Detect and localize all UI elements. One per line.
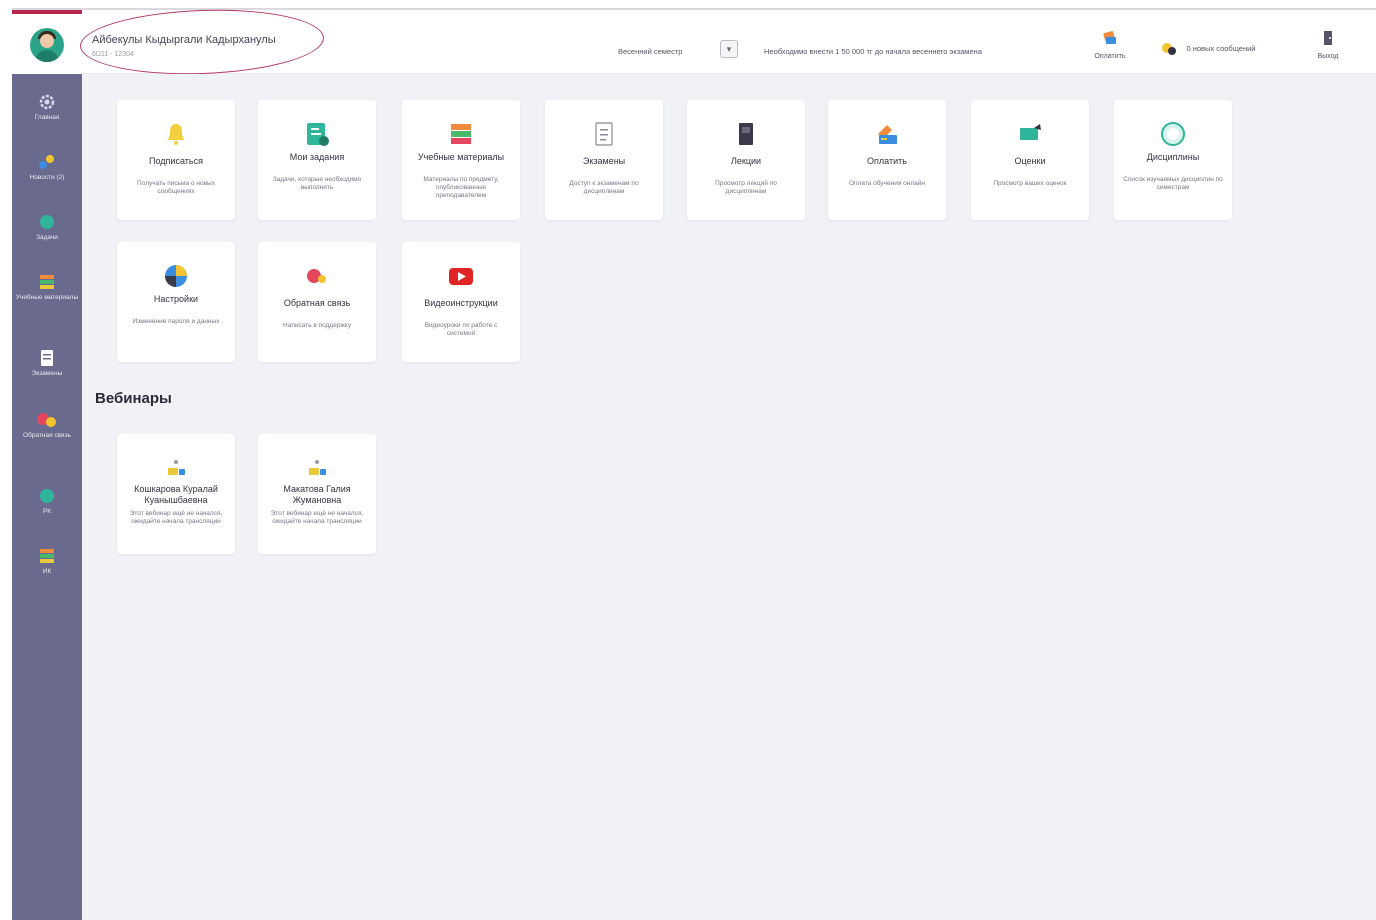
sidebar-item-label: Главная: [34, 114, 60, 121]
tile-desc: Материалы по предмету, опубликованные пр…: [423, 176, 499, 199]
exam-icon: [595, 122, 613, 146]
sidebar-item-news[interactable]: Новости (2): [12, 152, 82, 182]
tile-title: Обратная связь: [283, 298, 351, 308]
tile-feedback[interactable]: Обратная связь Написать в поддержку: [258, 242, 376, 362]
tile-desc: Видеоуроки по работе с системой: [424, 322, 498, 337]
tile-lectures[interactable]: Лекции Просмотр лекций по дисциплинам: [687, 100, 805, 220]
exam-icon: [41, 350, 53, 366]
tile-title: Оценки: [1014, 156, 1046, 166]
sidebar-item-exams[interactable]: Экзамены: [12, 348, 82, 378]
books-icon: [451, 124, 471, 144]
messages-button-label: 0 новых сообщений: [1186, 44, 1256, 54]
tile-title: Видеоинструкции: [424, 298, 498, 308]
tile-materials[interactable]: Учебные материалы Материалы по предмету,…: [402, 100, 520, 220]
tile-desc: Изменение пароля и данных: [132, 318, 220, 325]
exit-button-label: Выход: [1317, 53, 1339, 60]
tile-pay[interactable]: Оплатить Оплата обучения онлайн: [828, 100, 946, 220]
webinar-icon: [168, 460, 185, 475]
webinar-icon: [309, 460, 326, 475]
header: Айбекулы Кыдыргали Кадырханулы 6D11 - 12…: [30, 5, 1376, 79]
tile-subscribe[interactable]: Подписаться Получать письма о новых сооб…: [117, 100, 235, 220]
tile-title: Настройки: [153, 294, 199, 304]
books-icon: [40, 275, 54, 289]
messages-icon: [1162, 42, 1176, 55]
avatar-face: [40, 34, 54, 48]
period-label: Весенний семестр: [618, 47, 683, 56]
settings-icon: [165, 265, 187, 287]
payment-icon: [1103, 31, 1116, 44]
user-id: 6D11 - 12304: [92, 51, 134, 58]
sidebar-item-label: Обратная связь: [23, 432, 71, 439]
feedback-icon: [37, 413, 56, 427]
sidebar-item-rk[interactable]: РК: [12, 486, 82, 516]
webinar-card[interactable]: Макатова Галия Жумановна Этот вебинар ещ…: [258, 434, 376, 554]
tile-settings[interactable]: Настройки Изменение пароля и данных: [117, 242, 235, 362]
webinar-desc: Этот вебинар ещё не начался, ожидайте на…: [129, 510, 223, 525]
tile-desc: Доступ к экзаменам по дисциплинам: [569, 180, 639, 195]
webinar-name: Кошкарова Куралай Куанышбаевна: [134, 484, 218, 505]
webinar-name: Макатова Галия Жумановна: [283, 484, 351, 505]
sidebar-item-label: Новости (2): [29, 174, 65, 181]
tile-video-instructions[interactable]: Видеоинструкции Видеоуроки по работе с с…: [402, 242, 520, 362]
avatar-body: [35, 50, 59, 62]
messages-button[interactable]: 0 новых сообщений: [1160, 40, 1255, 56]
sidebar-item-feedback[interactable]: Обратная связь: [12, 410, 82, 440]
tile-grades[interactable]: Оценки Просмотр ваших оценок: [971, 100, 1089, 220]
news-icon: [39, 155, 54, 169]
feedback-icon: [307, 269, 326, 283]
pay-button[interactable]: Оплатить: [1082, 30, 1138, 64]
lecture-icon: [739, 123, 753, 145]
exit-button[interactable]: Выход: [1308, 30, 1348, 64]
pay-button-label: Оплатить: [1094, 53, 1126, 60]
tile-desc: Написать в поддержку: [283, 322, 351, 329]
exit-door-icon: [1324, 31, 1332, 45]
tile-title: Экзамены: [582, 156, 626, 166]
tasks-icon: [40, 215, 54, 229]
sidebar-item-label: Задачи: [36, 234, 58, 241]
sidebar-item-label: Учебные материалы: [15, 294, 79, 301]
tile-disciplines[interactable]: Дисциплины Список изучаемых дисциплин по…: [1114, 100, 1232, 220]
sidebar-item-ik[interactable]: ИК: [12, 546, 82, 576]
tile-exams[interactable]: Экзамены Доступ к экзаменам по дисциплин…: [545, 100, 663, 220]
rk-icon: [40, 489, 54, 503]
tile-title: Лекции: [730, 156, 762, 166]
sidebar: Главная Новости (2) Задачи Учебные матер…: [12, 10, 82, 920]
assignments-icon: [307, 123, 329, 146]
webinars-heading: Вебинары: [95, 390, 172, 407]
ik-icon: [40, 549, 54, 563]
webinar-card[interactable]: Кошкарова Куралай Куанышбаевна Этот веби…: [117, 434, 235, 554]
tile-title: Мои задания: [289, 152, 345, 162]
top-border: [0, 0, 1376, 10]
sidebar-item-label: ИК: [42, 568, 52, 575]
tile-desc: Просмотр лекций по дисциплинам: [715, 180, 777, 195]
tile-desc: Получать письма о новых сообщениях: [137, 180, 215, 195]
youtube-icon: [449, 268, 473, 285]
tile-my-assignments[interactable]: Мои задания Задачи, которые необходимо в…: [258, 100, 376, 220]
sidebar-item-home[interactable]: Главная: [12, 92, 82, 122]
tile-title: Подписаться: [149, 156, 203, 166]
main-content: Подписаться Получать письма о новых сооб…: [82, 74, 1376, 920]
grades-icon: [1020, 124, 1041, 140]
user-name[interactable]: Айбекулы Кыдыргали Кадырханулы: [92, 34, 276, 46]
sidebar-item-materials[interactable]: Учебные материалы: [12, 272, 82, 302]
tile-title: Оплатить: [867, 156, 907, 166]
tile-desc: Список изучаемых дисциплин по семестрам: [1123, 176, 1223, 191]
tile-title: Дисциплины: [1146, 152, 1200, 162]
tile-desc: Задачи, которые необходимо выполнить: [272, 176, 362, 191]
gear-icon: [39, 94, 55, 110]
webinar-desc: Этот вебинар ещё не начался, ожидайте на…: [270, 510, 364, 525]
bell-icon: [168, 124, 184, 145]
sidebar-item-tasks[interactable]: Задачи: [12, 212, 82, 242]
debt-notice: Необходимо внести 1 50 000 тг до начала …: [764, 47, 982, 56]
sidebar-item-label: Экзамены: [31, 370, 63, 377]
tile-title: Учебные материалы: [417, 152, 505, 162]
tile-desc: Оплата обучения онлайн: [849, 180, 925, 187]
payment-icon: [878, 125, 897, 144]
disciplines-icon: [1161, 122, 1185, 146]
avatar[interactable]: [30, 28, 64, 62]
period-select[interactable]: ▾: [720, 40, 738, 58]
tile-desc: Просмотр ваших оценок: [993, 180, 1067, 187]
sidebar-item-label: РК: [42, 508, 52, 515]
